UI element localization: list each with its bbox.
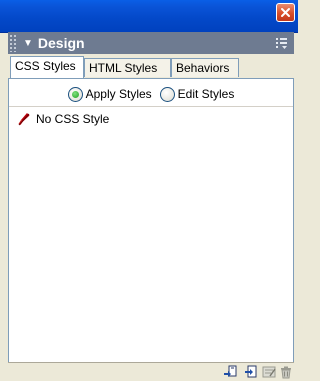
expand-arrow-icon[interactable]: ▼ — [23, 38, 33, 49]
close-icon — [281, 8, 290, 17]
trash-icon[interactable] — [279, 365, 293, 379]
tab-label: HTML Styles — [89, 61, 158, 75]
apply-styles-option[interactable]: Apply Styles — [67, 86, 152, 102]
new-css-style-icon[interactable] — [244, 365, 258, 379]
tab-label: Behaviors — [176, 61, 230, 75]
edit-styles-option[interactable]: Edit Styles — [159, 86, 235, 102]
attach-style-sheet-icon[interactable] — [223, 365, 237, 379]
window-titlebar[interactable] — [0, 0, 298, 33]
design-panel-window: ▼ Design CSS Styles HTML Styles Behavior… — [0, 0, 298, 381]
panel-options-menu-icon[interactable] — [275, 36, 289, 50]
tab-css-styles[interactable]: CSS Styles — [10, 56, 84, 78]
no-style-brush-icon — [18, 113, 30, 126]
radio-label: Apply Styles — [85, 87, 152, 101]
panel-footer-toolbar — [8, 362, 294, 381]
style-name: No CSS Style — [36, 112, 110, 126]
tab-behaviors[interactable]: Behaviors — [171, 58, 239, 77]
gripper-icon[interactable] — [9, 34, 17, 52]
panel-group-header[interactable]: ▼ Design — [8, 32, 294, 54]
radio-label: Edit Styles — [177, 87, 235, 101]
panel-title: Design — [37, 35, 85, 51]
edit-style-sheet-icon[interactable] — [262, 365, 276, 379]
style-mode-radio-group: Apply Styles Edit Styles — [9, 83, 293, 105]
css-styles-pane: Apply Styles Edit Styles No CSS Style — [8, 79, 294, 362]
list-divider — [9, 106, 293, 107]
tab-html-styles[interactable]: HTML Styles — [84, 58, 171, 77]
edit-styles-radio[interactable] — [159, 86, 175, 102]
tab-strip: CSS Styles HTML Styles Behaviors — [8, 54, 294, 79]
list-item[interactable]: No CSS Style — [17, 111, 109, 127]
close-button[interactable] — [276, 3, 295, 22]
apply-styles-radio[interactable] — [67, 86, 83, 102]
tab-label: CSS Styles — [15, 59, 76, 73]
